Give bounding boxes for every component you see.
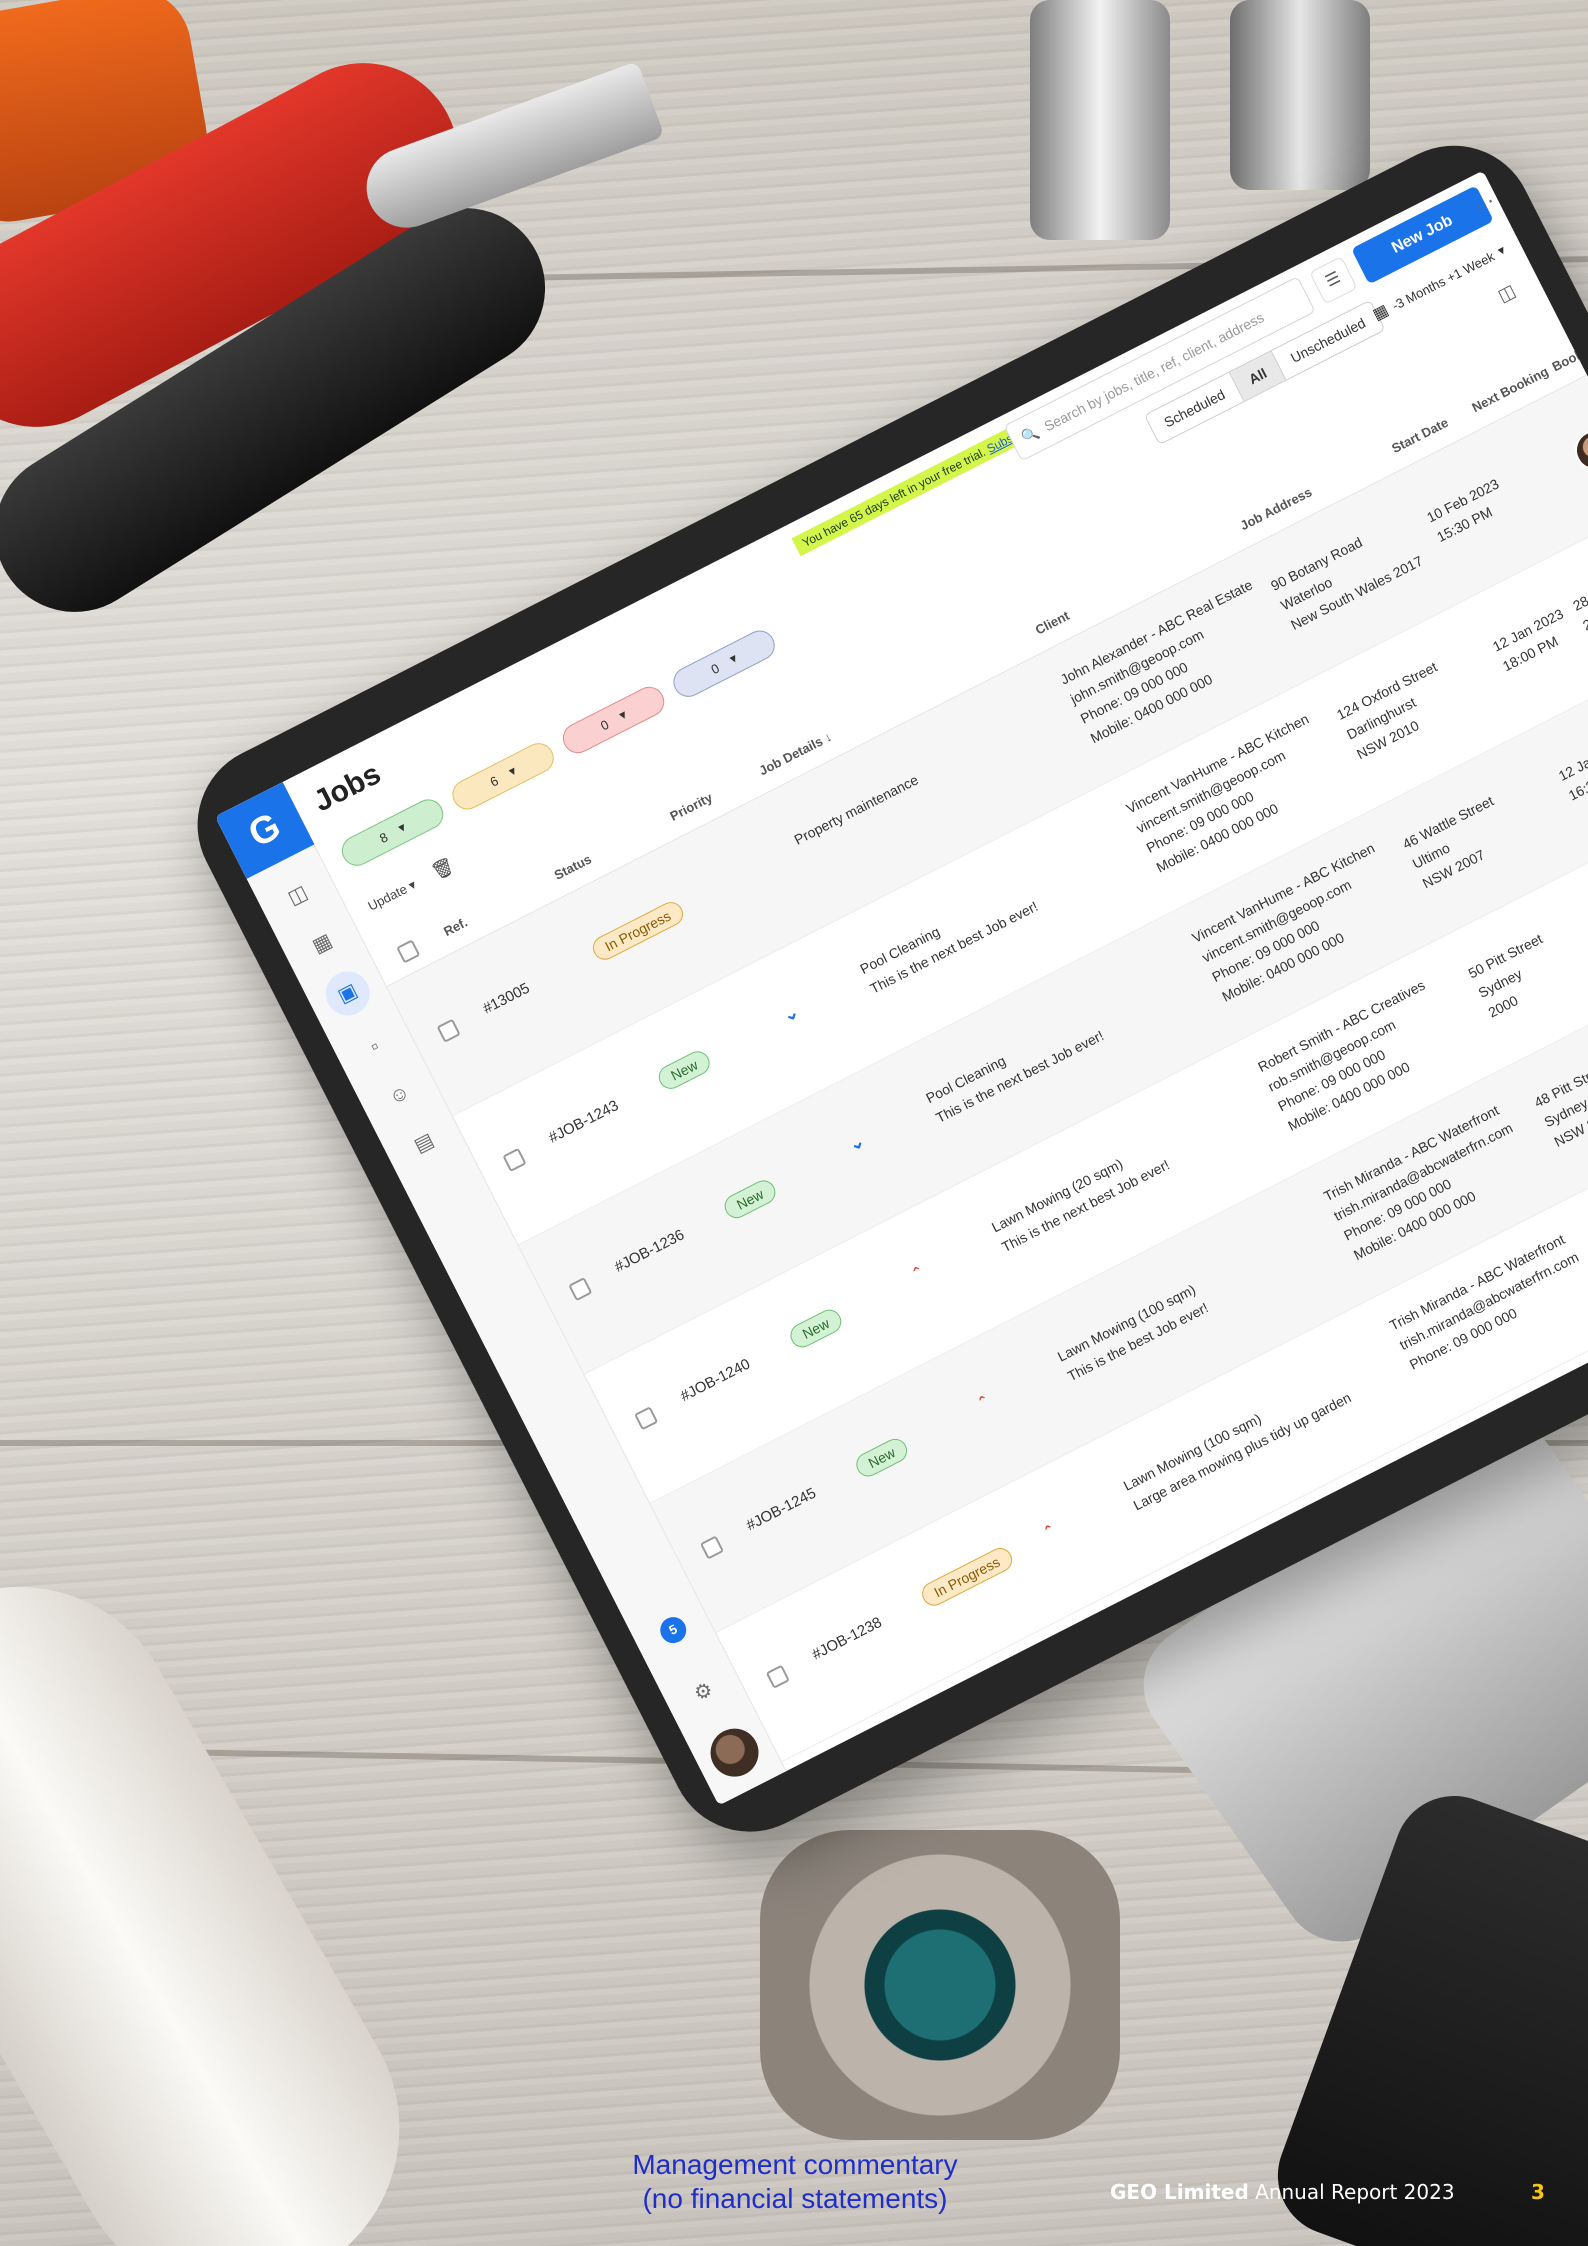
calendar-icon[interactable]: ▦ <box>306 927 338 959</box>
socket-wrench-image <box>1030 0 1170 240</box>
status-filter-pill[interactable]: 0 ▾ <box>557 681 670 759</box>
next-booking-time <box>1503 436 1565 468</box>
page-number: 3 <box>1530 2180 1545 2204</box>
search-icon: 🔍 <box>1018 423 1042 446</box>
page-title: Jobs <box>308 757 387 819</box>
start-date: 10 Feb 2023 15:30 PM <box>1423 469 1521 548</box>
chevron-down-icon: ▾ <box>726 650 740 667</box>
report-footer: GEO Limited Annual Report 2023 3 <box>1110 2180 1545 2204</box>
priority-icon: ˆ <box>911 1263 926 1285</box>
pill-count: 8 <box>376 828 391 846</box>
status-badge: New <box>786 1305 846 1352</box>
trial-banner-text: You have 65 days left in your free trial… <box>800 444 988 550</box>
column-header-status[interactable]: Status <box>552 851 594 882</box>
chevron-down-icon: ▾ <box>505 762 519 780</box>
job-ref[interactable]: #13005 <box>480 980 532 1018</box>
user-avatar[interactable] <box>702 1720 767 1785</box>
status-badge: New <box>720 1176 780 1223</box>
trash-icon[interactable]: 🗑 <box>428 855 458 884</box>
clients-icon[interactable]: ☺ <box>383 1079 415 1111</box>
row-checkbox[interactable] <box>502 1147 527 1173</box>
priority-icon: ˆ <box>976 1392 992 1414</box>
job-ref[interactable]: #JOB-1238 <box>809 1614 884 1664</box>
job-ref[interactable]: #JOB-1245 <box>744 1485 819 1535</box>
status-badge: In Progress <box>588 898 687 964</box>
job-ref[interactable]: #JOB-1236 <box>612 1226 687 1276</box>
sliders-icon: ☰ <box>1322 268 1344 291</box>
chevron-down-icon: ▾ <box>1494 242 1508 259</box>
export-icon[interactable]: ◫ <box>1494 280 1519 306</box>
priority-icon: ⌄ <box>779 1001 802 1026</box>
socket-wrench-image <box>1230 0 1370 190</box>
status-filter-pill[interactable]: 0 ▾ <box>668 625 780 703</box>
commentary-line: (no financial statements) <box>642 2183 948 2214</box>
filter-settings-button[interactable]: ☰ <box>1309 256 1358 305</box>
reports-icon[interactable]: ▤ <box>408 1127 440 1159</box>
commentary-note: Management commentary (no financial stat… <box>575 2148 1015 2216</box>
status-filter-pill[interactable]: 8 ▾ <box>336 794 449 871</box>
status-filter-pill[interactable]: 6 ▾ <box>447 737 559 815</box>
column-header-ref[interactable]: Ref. <box>441 915 470 940</box>
priority-icon: ˆ <box>1042 1522 1058 1543</box>
staff-avatar[interactable] <box>1568 423 1588 477</box>
next-booking <box>1503 436 1565 468</box>
app-logo[interactable]: G <box>214 781 315 879</box>
report-brand: GEO Limited <box>1110 2180 1249 2204</box>
status-badge: In Progress <box>918 1544 1016 1610</box>
settings-gear-icon[interactable]: ⚙ <box>688 1676 720 1708</box>
status-badge: New <box>852 1434 912 1481</box>
column-header-client[interactable]: Client <box>1033 608 1072 638</box>
status-badge: New <box>654 1047 714 1094</box>
row-checkbox[interactable] <box>765 1664 790 1689</box>
chevron-down-icon: ▾ <box>395 819 409 836</box>
invoices-icon[interactable]: ▫ <box>359 1031 391 1063</box>
job-ref[interactable]: #JOB-1240 <box>678 1355 753 1405</box>
commentary-line: Management commentary <box>632 2149 958 2180</box>
dashboard-icon[interactable]: ◫ <box>282 879 314 911</box>
pill-count: 0 <box>708 660 722 677</box>
report-title: Annual Report 2023 <box>1255 2180 1455 2204</box>
update-dropdown[interactable]: Update ▾ <box>365 876 419 914</box>
priority-icon: ⌄ <box>845 1130 868 1156</box>
hex-nut-image <box>760 1830 1120 2140</box>
column-header-priority[interactable]: Priority <box>667 790 714 824</box>
notifications-badge[interactable]: 5 <box>655 1612 691 1648</box>
pill-count: 0 <box>597 716 612 733</box>
pill-count: 6 <box>487 772 501 790</box>
start-date: 12 Jan 2023 18:00 PM <box>1489 598 1587 677</box>
chevron-down-icon: ▾ <box>616 706 630 723</box>
row-checkbox[interactable] <box>634 1406 659 1431</box>
next-booking-day <box>1503 436 1565 468</box>
bookings-avatars: +2 <box>1568 396 1588 477</box>
row-checkbox[interactable] <box>568 1277 593 1302</box>
jobs-icon[interactable]: ▣ <box>318 963 378 1024</box>
row-checkbox[interactable] <box>699 1535 725 1560</box>
row-checkbox[interactable] <box>436 1018 461 1043</box>
column-header-bookings[interactable]: Bookings <box>1550 334 1588 374</box>
select-all-checkbox[interactable] <box>396 939 421 964</box>
job-ref[interactable]: #JOB-1243 <box>546 1097 621 1147</box>
